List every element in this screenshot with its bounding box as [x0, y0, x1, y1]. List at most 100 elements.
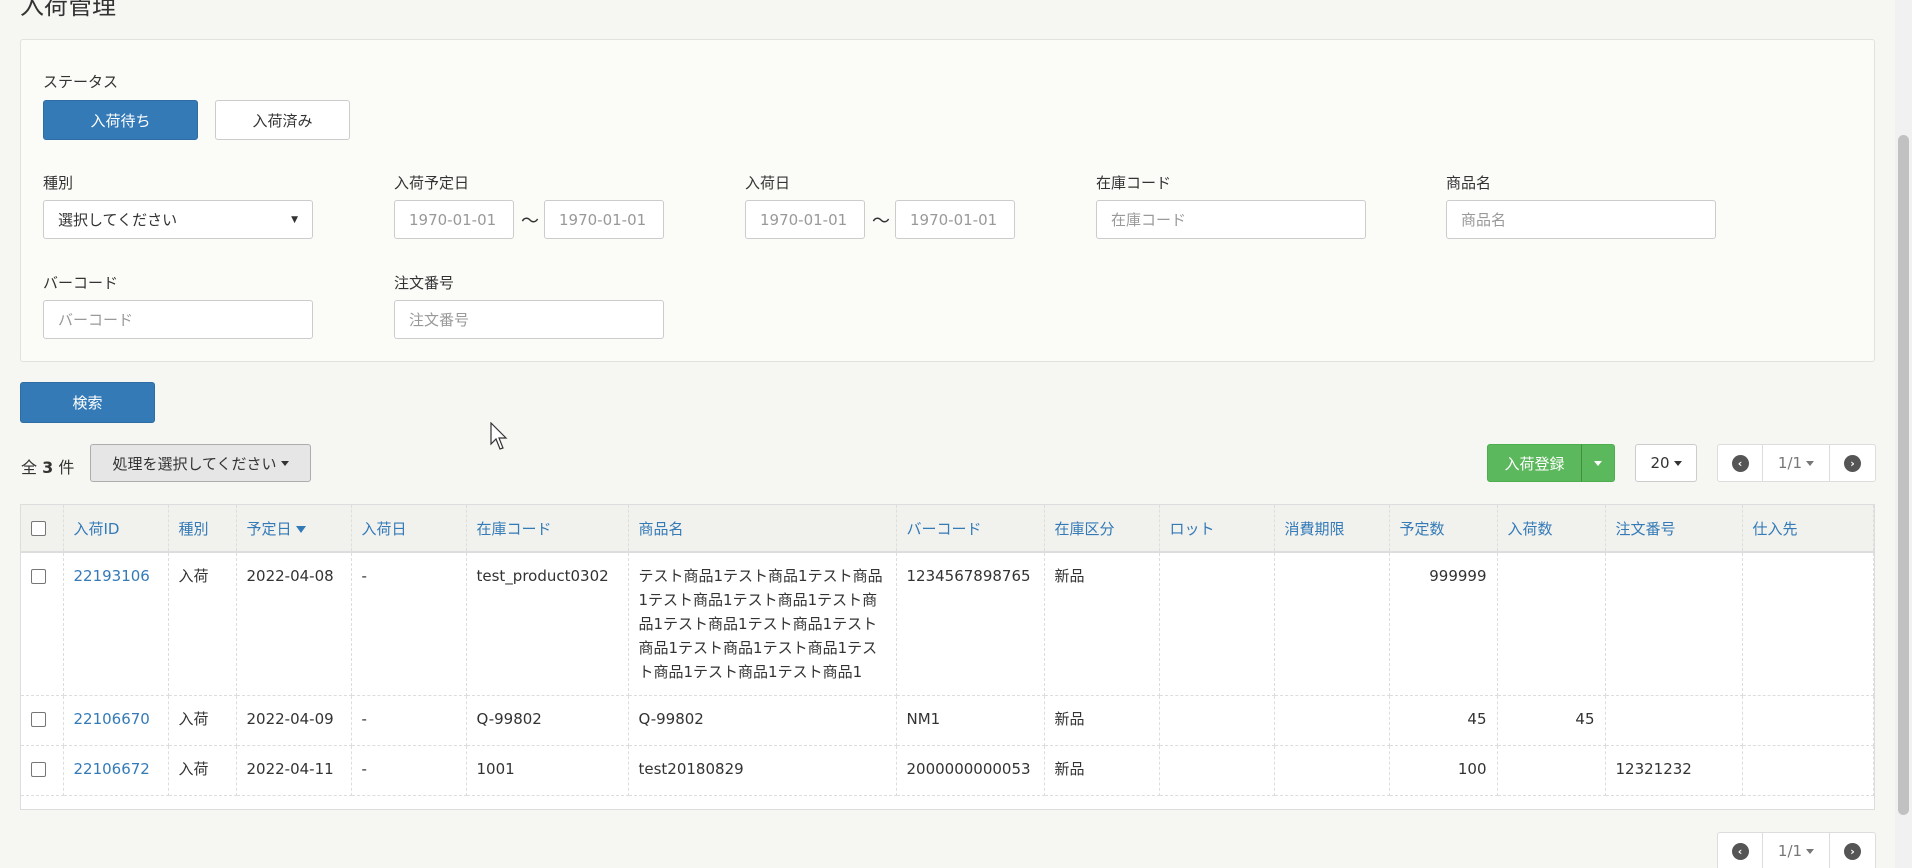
column-header[interactable]: 入荷数 [1497, 505, 1606, 553]
page-select[interactable]: 1/1 [1763, 832, 1830, 868]
select-all-cell [21, 505, 64, 553]
planned-qty-cell: 999999 [1389, 552, 1498, 696]
planned-qty-cell: 45 [1389, 695, 1498, 746]
order-no-label: 注文番号 [394, 274, 455, 292]
column-header[interactable]: 入荷日 [351, 505, 467, 553]
order-no-input[interactable]: 注文番号 [394, 300, 664, 339]
chevron-right-icon: › [1844, 842, 1861, 860]
type-select[interactable]: 選択してください ▼ [43, 200, 313, 239]
column-header[interactable]: 商品名 [628, 505, 897, 553]
table-row: 22106670 入荷 2022-04-09 - Q-99802 Q-99802… [21, 695, 1874, 746]
prev-page-button[interactable]: ‹ [1717, 444, 1763, 482]
planned-qty-cell: 100 [1389, 745, 1498, 796]
column-header[interactable]: 在庫コード [466, 505, 629, 553]
search-button[interactable]: 検索 [20, 382, 155, 423]
arrival-from-input[interactable]: 1970-01-01 [745, 200, 865, 239]
supplier-cell [1742, 552, 1874, 696]
lot-cell [1159, 552, 1275, 696]
arrival-id-link[interactable]: 22193106 [74, 567, 150, 585]
count-suffix: 件 [58, 458, 75, 477]
pagination-top: ‹ 1/1 › [1717, 444, 1876, 482]
expiry-cell [1274, 745, 1390, 796]
barcode-cell: 1234567898765 [896, 552, 1045, 696]
scheduled-date-cell: 2022-04-11 [236, 745, 352, 796]
arrival-id-cell: 22193106 [63, 552, 169, 696]
column-header[interactable]: バーコード [896, 505, 1045, 553]
barcode-label: バーコード [43, 274, 119, 292]
chevron-right-icon: › [1844, 454, 1861, 472]
received-qty-cell [1497, 552, 1606, 696]
table-header-row: 入荷ID 種別 予定日 入荷日 在庫コード 商品名 バーコード 在庫区分 ロット… [21, 505, 1874, 553]
column-header[interactable]: ロット [1159, 505, 1275, 553]
barcode-cell: 2000000000053 [896, 745, 1045, 796]
column-header[interactable]: 種別 [168, 505, 237, 553]
column-header[interactable]: 仕入先 [1742, 505, 1874, 553]
lot-cell [1159, 695, 1275, 746]
arrival-to-input[interactable]: 1970-01-01 [895, 200, 1015, 239]
arrival-id-link[interactable]: 22106670 [74, 710, 150, 728]
row-checkbox[interactable] [31, 762, 46, 777]
status-pending-button[interactable]: 入荷待ち [43, 100, 198, 140]
arrival-date-cell: - [351, 745, 467, 796]
type-cell: 入荷 [168, 552, 237, 696]
column-header[interactable]: 消費期限 [1274, 505, 1390, 553]
scrollbar-thumb[interactable] [1898, 135, 1909, 815]
arrivals-table: 入荷ID 種別 予定日 入荷日 在庫コード 商品名 バーコード 在庫区分 ロット… [20, 504, 1875, 810]
scheduled-to-input[interactable]: 1970-01-01 [544, 200, 664, 239]
column-header-sorted[interactable]: 予定日 [236, 505, 352, 553]
received-qty-cell [1497, 745, 1606, 796]
count-prefix: 全 [21, 458, 38, 477]
column-header[interactable]: 入荷ID [63, 505, 169, 553]
page-indicator: 1/1 [1777, 842, 1803, 860]
table-row: 22193106 入荷 2022-04-08 - test_product030… [21, 552, 1874, 696]
status-label: ステータス [43, 73, 119, 91]
order-no-cell [1605, 695, 1743, 746]
caret-down-icon [1806, 848, 1815, 854]
select-all-checkbox[interactable] [31, 521, 46, 536]
type-cell: 入荷 [168, 695, 237, 746]
row-checkbox[interactable] [31, 712, 46, 727]
product-name-input[interactable]: 商品名 [1446, 200, 1716, 239]
product-name-cell: test20180829 [628, 745, 897, 796]
status-received-button[interactable]: 入荷済み [215, 100, 350, 140]
table-row: 22106672 入荷 2022-04-11 - 1001 test201808… [21, 745, 1874, 796]
register-arrival-button[interactable]: 入荷登録 [1487, 444, 1582, 482]
per-page-select[interactable]: 20 [1635, 444, 1697, 482]
stock-category-cell: 新品 [1044, 745, 1160, 796]
chevron-down-icon: ▼ [291, 214, 298, 225]
type-cell: 入荷 [168, 745, 237, 796]
expiry-cell [1274, 552, 1390, 696]
order-no-cell [1605, 552, 1743, 696]
bulk-action-select[interactable]: 処理を選択してください [90, 444, 311, 482]
column-header[interactable]: 予定数 [1389, 505, 1498, 553]
type-select-value: 選択してください [58, 211, 178, 229]
row-checkbox[interactable] [31, 569, 46, 584]
stock-category-cell: 新品 [1044, 552, 1160, 696]
barcode-input[interactable]: バーコード [43, 300, 313, 339]
order-no-cell: 12321232 [1605, 745, 1743, 796]
arrival-id-link[interactable]: 22106672 [74, 760, 150, 778]
stock-code-cell: Q-99802 [466, 695, 629, 746]
vertical-scrollbar[interactable] [1895, 0, 1912, 868]
register-arrival-dropdown-toggle[interactable] [1581, 444, 1615, 482]
arrival-date-cell: - [351, 552, 467, 696]
next-page-button[interactable]: › [1830, 444, 1876, 482]
mouse-cursor-icon [490, 422, 508, 450]
page-select[interactable]: 1/1 [1763, 444, 1830, 482]
chevron-left-icon: ‹ [1731, 454, 1749, 472]
column-header[interactable]: 注文番号 [1605, 505, 1743, 553]
filter-panel: ステータス 入荷待ち 入荷済み 種別 選択してください ▼ 入荷予定日 1970… [20, 39, 1875, 362]
row-select-cell [21, 745, 64, 796]
stock-code-input[interactable]: 在庫コード [1096, 200, 1366, 239]
prev-page-button[interactable]: ‹ [1717, 832, 1763, 868]
stock-category-cell: 新品 [1044, 695, 1160, 746]
column-header[interactable]: 在庫区分 [1044, 505, 1160, 553]
received-qty-cell: 45 [1497, 695, 1606, 746]
stock-code-cell: test_product0302 [466, 552, 629, 696]
count-value: 3 [42, 458, 54, 477]
supplier-cell [1742, 745, 1874, 796]
stock-code-cell: 1001 [466, 745, 629, 796]
sort-desc-icon [295, 525, 306, 533]
next-page-button[interactable]: › [1830, 832, 1876, 868]
scheduled-from-input[interactable]: 1970-01-01 [394, 200, 514, 239]
